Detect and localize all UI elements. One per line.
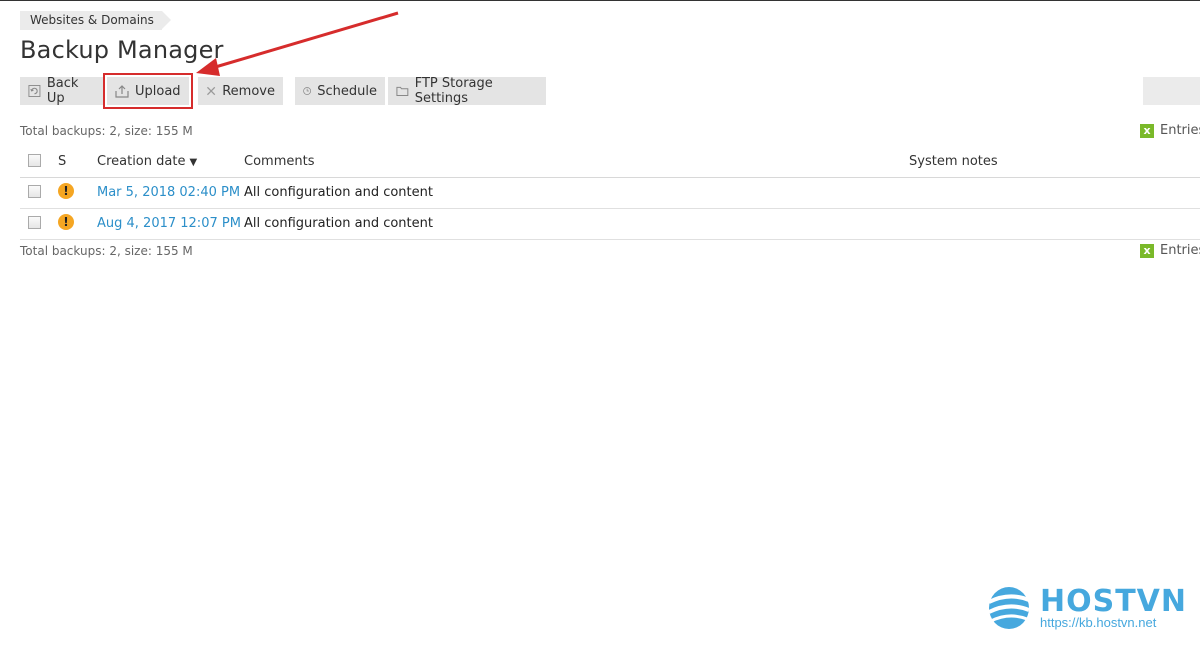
schedule-label: Schedule [317, 83, 377, 99]
row-check-cell [28, 209, 41, 239]
schedule-button[interactable]: Schedule [295, 77, 385, 105]
warning-icon: ! [58, 213, 74, 230]
table-header: S Creation date ▼ Comments System notes [20, 147, 1200, 178]
column-header-creation-date[interactable]: Creation date ▼ [97, 147, 197, 177]
excel-icon: x [1140, 123, 1154, 138]
select-all-checkbox[interactable] [28, 154, 41, 167]
backup-icon [28, 85, 41, 97]
remove-icon [206, 86, 216, 96]
row-checkbox[interactable] [28, 185, 41, 198]
table-row: ! Mar 5, 2018 02:40 PM All configuration… [20, 178, 1200, 209]
backups-summary-bottom: Total backups: 2, size: 155 M [20, 244, 193, 258]
column-header-s[interactable]: S [58, 147, 66, 177]
backup-date-link[interactable]: Mar 5, 2018 02:40 PM [97, 178, 240, 208]
export-label: Entries [1160, 123, 1200, 138]
back-up-label: Back Up [46, 76, 79, 106]
backups-table: S Creation date ▼ Comments System notes !… [20, 147, 1200, 240]
clock-icon [303, 87, 312, 95]
upload-label: Upload [135, 83, 181, 99]
column-header-system-notes[interactable]: System notes [909, 147, 998, 177]
backup-comment: All configuration and content [244, 185, 433, 200]
top-border [0, 0, 1200, 1]
upload-button[interactable]: Upload [103, 73, 193, 109]
row-checkbox[interactable] [28, 216, 41, 229]
breadcrumb-item-websites-domains[interactable]: Websites & Domains [20, 11, 171, 30]
status-cell: ! [58, 178, 74, 208]
row-check-cell [28, 178, 41, 208]
logo-name: HOSTVN [1040, 584, 1188, 619]
excel-icon: x [1140, 243, 1154, 258]
toolbar: Back Up Upload Remove Schedule FTP Stora… [20, 73, 546, 109]
column-header-comments[interactable]: Comments [244, 147, 314, 177]
hostvn-logo: HOSTVN https://kb.hostvn.net [986, 584, 1186, 634]
sort-down-icon: ▼ [189, 157, 198, 168]
ftp-storage-settings-button[interactable]: FTP Storage Settings [388, 76, 546, 106]
remove-label: Remove [222, 83, 275, 99]
backups-summary-top: Total backups: 2, size: 155 M [20, 124, 193, 138]
export-entries-bottom[interactable]: x Entries [1140, 243, 1200, 258]
ftp-storage-settings-label: FTP Storage Settings [414, 76, 493, 106]
select-all-cell [28, 147, 41, 177]
page-title: Backup Manager [20, 36, 224, 64]
export-label: Entries [1160, 243, 1200, 258]
logo-url: https://kb.hostvn.net [1040, 615, 1157, 630]
hostvn-globe-icon [988, 587, 1030, 629]
status-cell: ! [58, 209, 74, 239]
remove-button[interactable]: Remove [198, 77, 283, 105]
breadcrumb: Websites & Domains [20, 11, 171, 30]
upload-icon [115, 85, 129, 98]
export-entries-top[interactable]: x Entries [1140, 123, 1200, 138]
warning-icon: ! [58, 182, 74, 199]
backup-comment: All configuration and content [244, 216, 433, 231]
table-row: ! Aug 4, 2017 12:07 PM All configuration… [20, 209, 1200, 240]
creation-date-label: Creation date [97, 154, 186, 169]
folder-icon [396, 86, 409, 97]
search-box[interactable] [1143, 77, 1200, 105]
backup-date-link[interactable]: Aug 4, 2017 12:07 PM [97, 209, 241, 239]
back-up-button[interactable]: Back Up [20, 76, 104, 106]
